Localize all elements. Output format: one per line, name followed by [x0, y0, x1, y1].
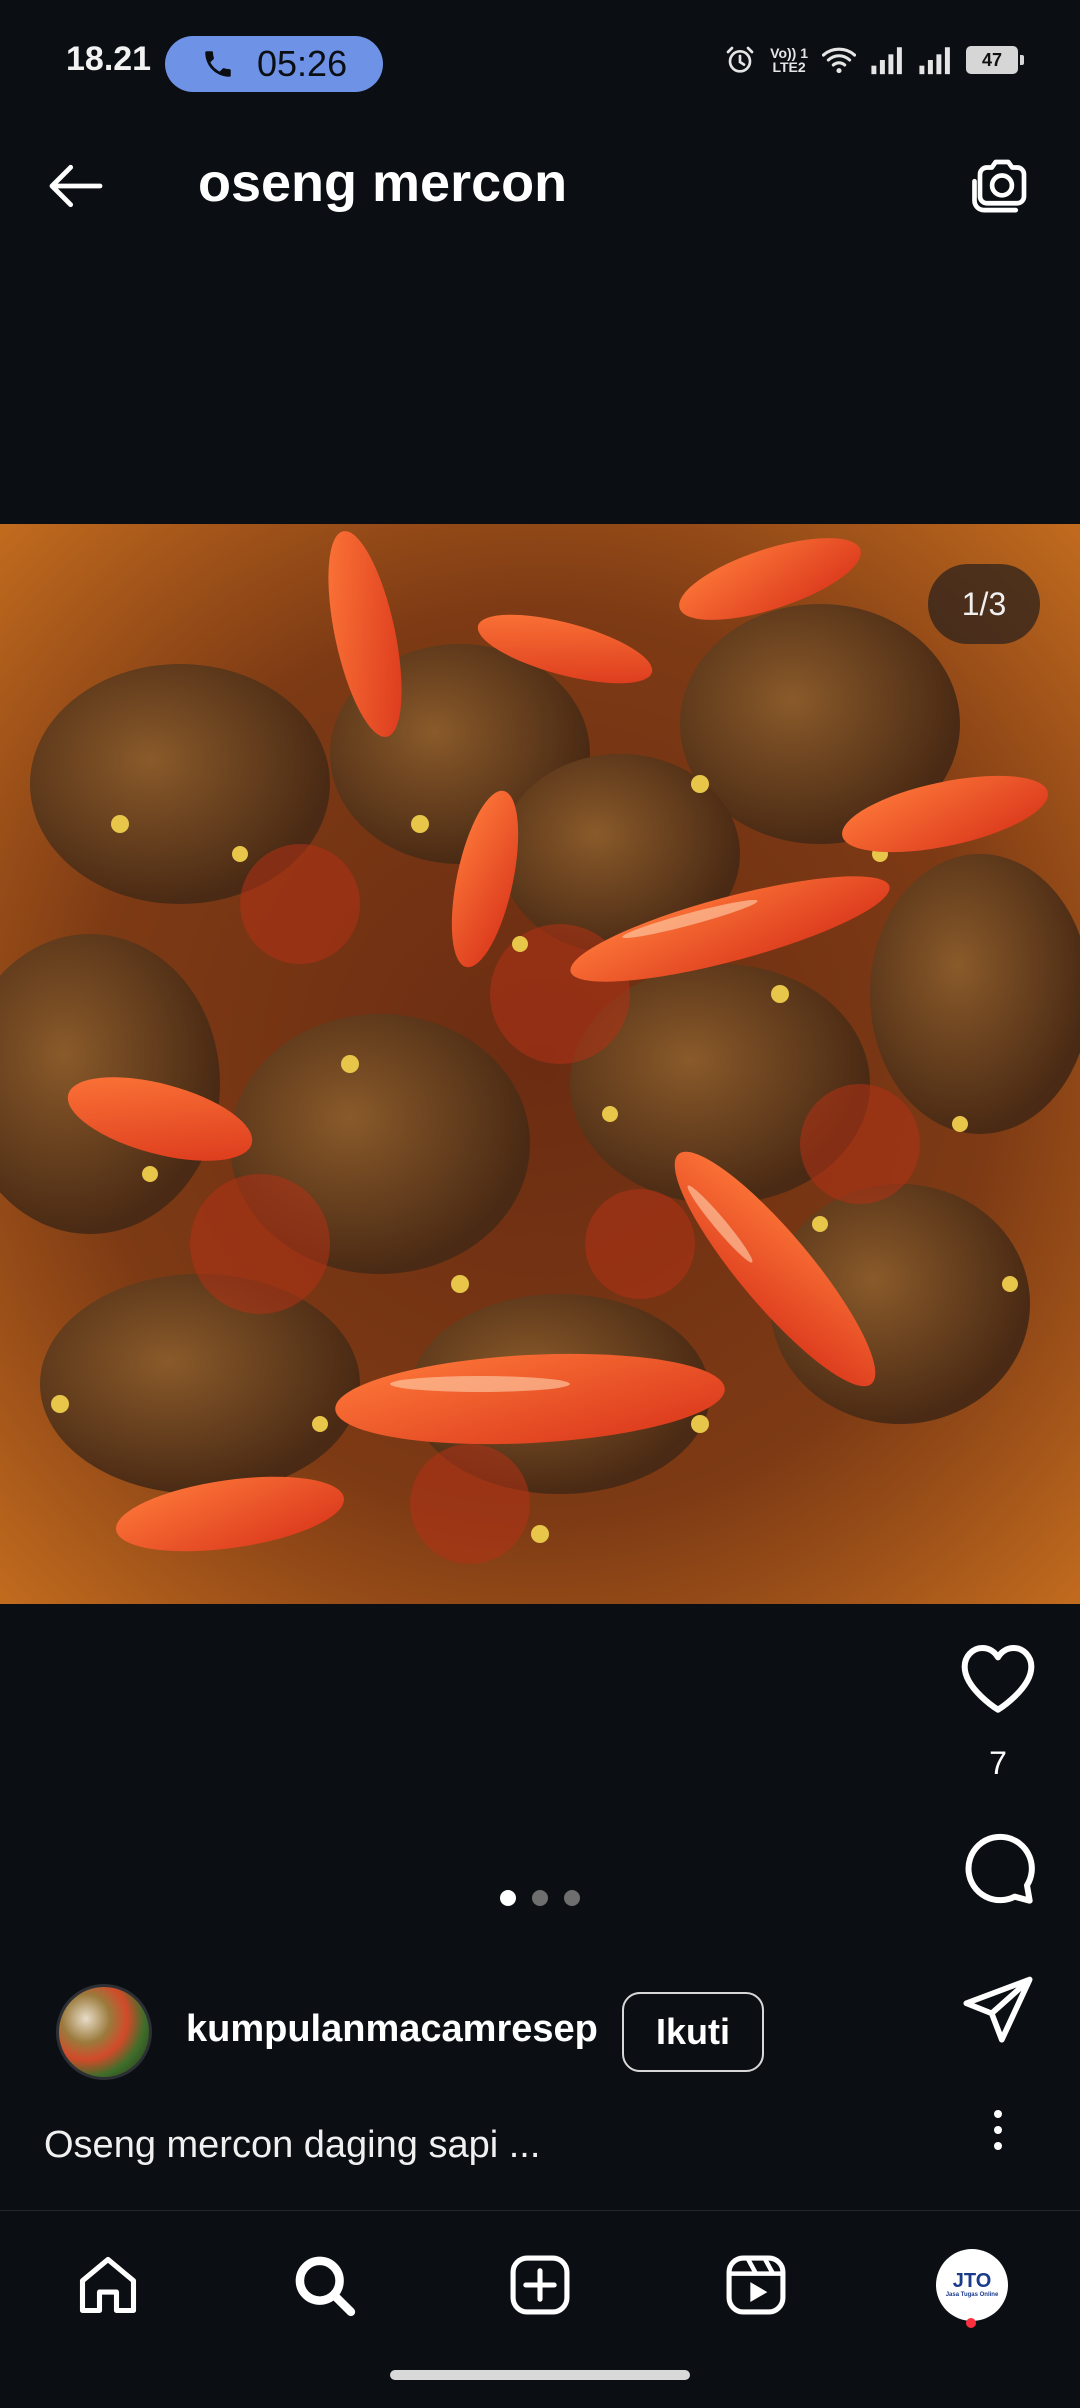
profile-monogram: JTO	[952, 2270, 992, 2292]
search-header: oseng mercon	[0, 100, 1080, 270]
status-time: 18.21	[66, 40, 152, 78]
profile-brand-text: Jasa Tugas Online	[945, 2292, 999, 2298]
arrow-left-icon	[49, 164, 103, 208]
network-type-label: Vo)) 1 LTE2	[770, 46, 808, 74]
post-image[interactable]: 1/3	[0, 524, 1080, 1604]
carousel-dot-active	[500, 1890, 516, 1906]
volte-label: Vo)) 1	[770, 45, 808, 61]
battery-indicator: 47	[966, 46, 1024, 74]
heart-icon	[961, 1645, 1035, 1713]
author-avatar[interactable]	[56, 1984, 152, 2080]
like-action: 7	[958, 1640, 1038, 1782]
carousel-dot	[532, 1890, 548, 1906]
carousel-indicator	[500, 1890, 580, 1906]
nav-home[interactable]	[68, 2245, 148, 2325]
search-icon	[295, 2256, 356, 2317]
nav-profile[interactable]: JTO Jasa Tugas Online	[932, 2245, 1012, 2325]
author-username[interactable]: kumpulanmacamresep	[186, 2008, 598, 2051]
phone-icon	[205, 51, 231, 77]
status-icons: Vo)) 1 LTE2 47	[724, 44, 1024, 76]
status-bar: 18.21 05:26 Vo)) 1 LTE2 47	[0, 0, 1080, 100]
share-button[interactable]	[958, 1970, 1038, 2046]
more-options-button[interactable]	[976, 2100, 1020, 2160]
like-count: 7	[989, 1745, 1007, 1781]
profile-avatar: JTO Jasa Tugas Online	[936, 2249, 1008, 2321]
nav-search[interactable]	[284, 2245, 364, 2325]
more-vertical-icon	[994, 2110, 1002, 2118]
home-icon	[79, 2256, 137, 2314]
reels-icon	[726, 2255, 786, 2315]
wifi-icon	[822, 47, 856, 74]
comment-bubble-icon	[965, 1833, 1035, 1904]
call-timer: 05:26	[257, 43, 348, 84]
nav-create[interactable]	[500, 2245, 580, 2325]
profile-notification-dot	[966, 2318, 976, 2328]
follow-button[interactable]: Ikuti	[622, 1992, 764, 2072]
carousel-dot	[564, 1890, 580, 1906]
ongoing-call-pill[interactable]: 05:26	[165, 36, 383, 92]
signal-icon	[919, 47, 950, 75]
screen: 18.21 05:26 Vo)) 1 LTE2 47 oseng mercon …	[0, 0, 1080, 2408]
camera-button[interactable]	[964, 146, 1040, 222]
comment-button[interactable]	[958, 1828, 1038, 1908]
add-square-icon	[510, 2255, 570, 2315]
food-photo	[0, 524, 1080, 1604]
send-icon	[963, 1976, 1033, 2043]
nav-reels[interactable]	[716, 2245, 796, 2325]
back-button[interactable]	[40, 150, 112, 222]
page-title: oseng mercon	[198, 153, 568, 213]
post-caption[interactable]: Oseng mercon daging sapi ...	[44, 2124, 540, 2167]
like-button[interactable]	[958, 1640, 1038, 1721]
signal-icon	[871, 47, 902, 75]
gesture-home-indicator[interactable]	[390, 2370, 690, 2380]
alarm-icon	[726, 46, 754, 73]
image-counter-badge: 1/3	[928, 564, 1040, 644]
camera-icon	[972, 159, 1027, 213]
lte-label: LTE2	[772, 59, 806, 75]
